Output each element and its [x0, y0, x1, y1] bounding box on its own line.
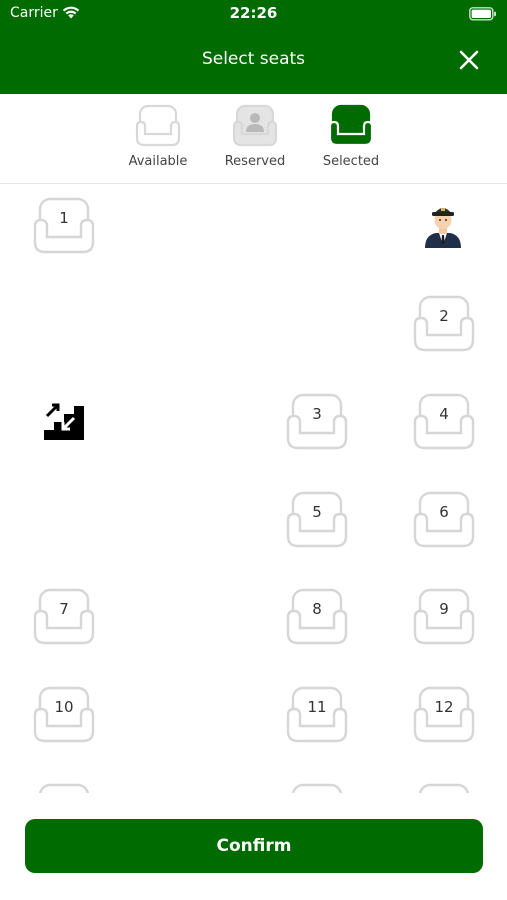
seat-partial[interactable] [413, 783, 475, 793]
bottom-bar: Confirm [0, 793, 507, 900]
seat-9[interactable]: 9 [413, 588, 475, 646]
legend-reserved-label: Reserved [224, 154, 286, 169]
confirm-button[interactable]: Confirm [25, 819, 483, 873]
seat-8[interactable]: 8 [286, 588, 348, 646]
seat-legend: Available Reserved Selected [0, 94, 507, 184]
seat-map: 1 2 3 4 5 6 7 8 9 10 11 12 [0, 185, 507, 793]
legend-selected-label: Selected [322, 154, 380, 169]
battery-icon [469, 6, 497, 25]
seat-5[interactable]: 5 [286, 491, 348, 549]
seat-number: 1 [59, 209, 69, 227]
seat-1[interactable]: 1 [33, 197, 95, 255]
legend-available-label: Available [128, 154, 188, 169]
seat-icon [38, 783, 90, 793]
seat-number: 2 [439, 307, 449, 325]
seat-number: 11 [307, 698, 327, 716]
seat-selected-icon [328, 104, 374, 147]
seat-number: 12 [434, 698, 454, 716]
stairs-icon [44, 403, 84, 440]
legend-selected: Selected [301, 104, 401, 169]
seat-number: 7 [59, 600, 69, 618]
seat-reserved-icon [232, 104, 278, 147]
seat-number: 6 [439, 503, 449, 521]
driver-icon [425, 208, 461, 248]
seat-partial[interactable] [33, 783, 95, 793]
seat-2[interactable]: 2 [413, 295, 475, 353]
seat-icon [291, 783, 343, 793]
close-icon [459, 50, 479, 70]
seat-partial[interactable] [286, 783, 348, 793]
seat-number: 10 [54, 698, 74, 716]
page-title: Select seats [201, 49, 306, 69]
seat-7[interactable]: 7 [33, 588, 95, 646]
seat-number: 4 [439, 405, 449, 423]
close-button[interactable] [457, 48, 481, 72]
app-header: Carrier 22:26 Select seats [0, 0, 507, 94]
seat-number: 5 [312, 503, 322, 521]
seat-number: 8 [312, 600, 322, 618]
seat-icon [418, 783, 470, 793]
seat-12[interactable]: 12 [413, 686, 475, 744]
seat-4[interactable]: 4 [413, 393, 475, 451]
seat-available-icon [135, 104, 181, 147]
status-time: 22:26 [229, 4, 278, 22]
seat-6[interactable]: 6 [413, 491, 475, 549]
seat-11[interactable]: 11 [286, 686, 348, 744]
seat-number: 3 [312, 405, 322, 423]
seat-10[interactable]: 10 [33, 686, 95, 744]
legend-reserved: Reserved [205, 104, 305, 169]
seat-3[interactable]: 3 [286, 393, 348, 451]
legend-available: Available [108, 104, 208, 169]
seat-number: 9 [439, 600, 449, 618]
status-bar: Carrier 22:26 [0, 0, 507, 30]
